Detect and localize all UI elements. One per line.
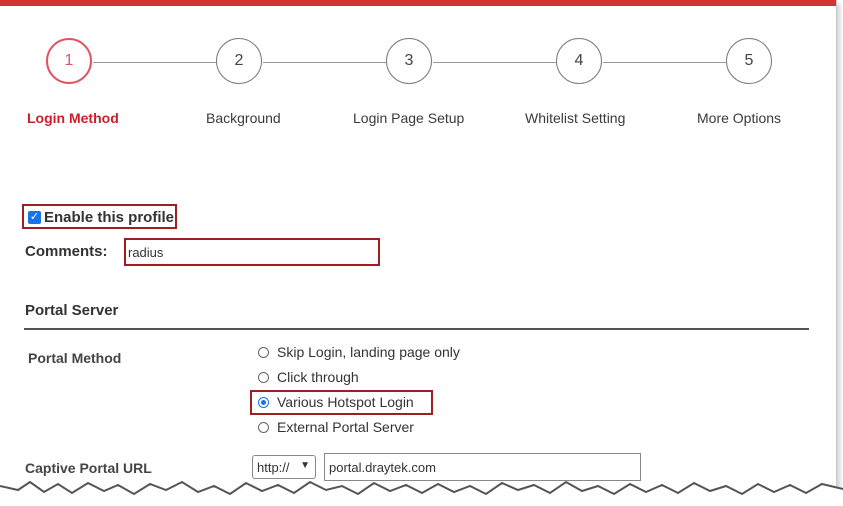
torn-edge-decoration [0,480,843,506]
step-connector [93,62,216,63]
radio-button[interactable] [258,421,269,433]
step-connector [433,62,556,63]
radio-button[interactable] [258,346,269,358]
wizard-panel: 1 2 3 4 5 Login Method Background Login … [0,0,837,500]
checkmark-icon: ✓ [29,211,40,223]
step-3-label[interactable]: Login Page Setup [353,110,464,126]
step-connector [603,62,726,63]
radio-click-through[interactable]: Click through [258,369,359,385]
step-5-label[interactable]: More Options [697,110,781,126]
comments-label: Comments: [25,243,108,260]
step-2-circle[interactable]: 2 [216,38,262,84]
step-4-circle[interactable]: 4 [556,38,602,84]
enable-profile-checkbox[interactable]: ✓ [28,211,41,224]
radio-label: Skip Login, landing page only [277,344,460,360]
step-2-label[interactable]: Background [206,110,281,126]
step-3-circle[interactable]: 3 [386,38,432,84]
enable-profile-row[interactable]: ✓ Enable this profile [28,209,174,226]
radio-various-hotspot-login[interactable]: Various Hotspot Login [258,394,414,410]
radio-button-selected[interactable] [258,396,269,408]
radio-external-portal-server[interactable]: External Portal Server [258,419,414,435]
portal-server-title: Portal Server [25,302,119,319]
comments-value: radius [128,244,164,260]
step-5-circle[interactable]: 5 [726,38,772,84]
radio-skip-login[interactable]: Skip Login, landing page only [258,344,460,360]
step-1-circle[interactable]: 1 [46,38,92,84]
radio-label: Various Hotspot Login [277,394,414,410]
radio-label: Click through [277,369,359,385]
top-accent-bar [0,0,836,6]
step-connector [263,62,386,63]
enable-profile-label: Enable this profile [44,209,175,226]
section-divider [24,328,809,330]
step-4-label[interactable]: Whitelist Setting [525,110,625,126]
step-1-label[interactable]: Login Method [27,110,119,126]
portal-method-label: Portal Method [28,350,122,366]
radio-button[interactable] [258,371,269,383]
comments-input[interactable]: radius [124,238,380,266]
radio-label: External Portal Server [277,419,414,435]
